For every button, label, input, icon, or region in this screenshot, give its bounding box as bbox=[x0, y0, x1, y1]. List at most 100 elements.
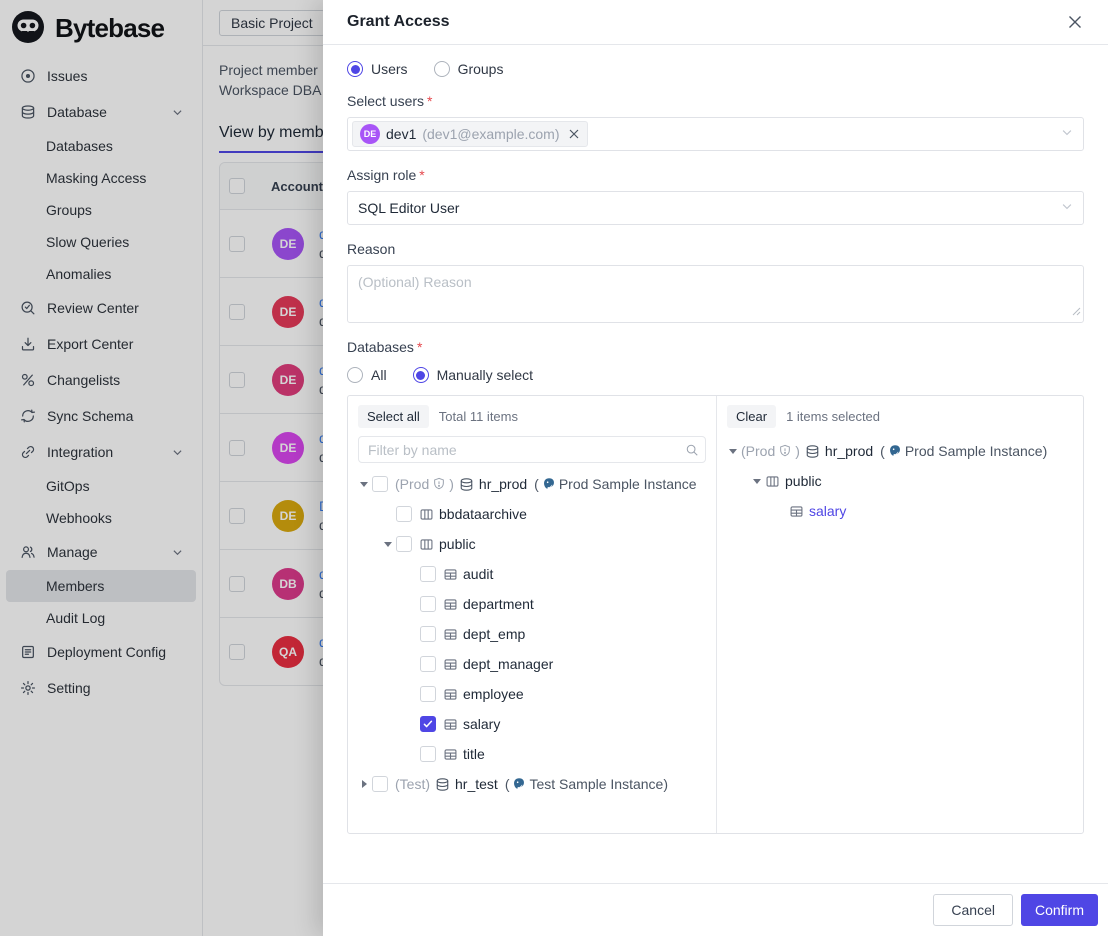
node-name: dept_manager bbox=[463, 656, 553, 672]
radio-all-databases[interactable]: All bbox=[347, 367, 387, 383]
node-name: salary bbox=[809, 503, 846, 519]
radio-users-label: Users bbox=[371, 61, 408, 77]
node-name: public bbox=[439, 536, 476, 552]
database-picker: Select all Total 11 items (Prod)hr_prod(… bbox=[347, 395, 1084, 834]
close-icon[interactable] bbox=[1066, 13, 1084, 31]
grant-access-modal: Grant Access Users Groups Select users* … bbox=[323, 0, 1108, 936]
caret-down-icon[interactable] bbox=[380, 542, 396, 547]
tree-node-hr-prod[interactable]: (Prod)hr_prod(Prod Sample Instance) bbox=[717, 436, 1083, 466]
table-icon bbox=[443, 687, 458, 702]
shield-alert-icon bbox=[778, 444, 792, 458]
tree-node-public[interactable]: public bbox=[717, 466, 1083, 496]
checkbox[interactable] bbox=[420, 746, 436, 762]
databases-label: Databases* bbox=[347, 339, 1084, 355]
required-asterisk: * bbox=[419, 167, 424, 183]
reason-textarea[interactable] bbox=[347, 265, 1084, 323]
node-name: title bbox=[463, 746, 485, 762]
environment-label: (Test) bbox=[395, 776, 430, 792]
user-tag-email: (dev1@example.com) bbox=[422, 126, 559, 142]
tree-node-public[interactable]: public bbox=[348, 529, 716, 559]
confirm-button[interactable]: Confirm bbox=[1021, 894, 1098, 926]
required-asterisk: * bbox=[427, 93, 432, 109]
clear-button[interactable]: Clear bbox=[727, 405, 776, 428]
picker-source-header: Select all Total 11 items bbox=[348, 396, 716, 435]
tree-node-audit[interactable]: audit bbox=[348, 559, 716, 589]
caret-down-icon[interactable] bbox=[725, 449, 741, 454]
radio-all-control[interactable] bbox=[347, 367, 363, 383]
table-icon bbox=[789, 504, 804, 519]
chevron-down-icon bbox=[1060, 126, 1074, 143]
postgres-icon bbox=[542, 477, 556, 491]
tree-node-salary[interactable]: salary bbox=[717, 496, 1083, 526]
radio-all-label: All bbox=[371, 367, 387, 383]
cancel-button[interactable]: Cancel bbox=[933, 894, 1013, 926]
checkbox[interactable] bbox=[396, 536, 412, 552]
checkbox[interactable] bbox=[420, 566, 436, 582]
node-name: hr_test bbox=[455, 776, 498, 792]
select-users-label: Select users* bbox=[347, 93, 1084, 109]
node-name: audit bbox=[463, 566, 493, 582]
tree-node-salary[interactable]: salary bbox=[348, 709, 716, 739]
checkbox[interactable] bbox=[420, 686, 436, 702]
checkbox[interactable] bbox=[420, 626, 436, 642]
tree-node-department[interactable]: department bbox=[348, 589, 716, 619]
picker-selected-header: Clear 1 items selected bbox=[717, 396, 1083, 435]
checkbox[interactable] bbox=[420, 716, 436, 732]
radio-users[interactable]: Users bbox=[347, 61, 408, 77]
node-name: public bbox=[785, 473, 822, 489]
caret-right-icon[interactable] bbox=[356, 780, 372, 788]
remove-user-tag-icon[interactable] bbox=[568, 128, 580, 140]
modal-header: Grant Access bbox=[323, 0, 1108, 45]
radio-manually-select[interactable]: Manually select bbox=[413, 367, 534, 383]
tree-node-hr-test[interactable]: (Test) hr_test (Test Sample Instance) bbox=[348, 769, 716, 799]
checkbox[interactable] bbox=[396, 506, 412, 522]
select-all-button[interactable]: Select all bbox=[358, 405, 429, 428]
instance-label: (Test Sample Instance) bbox=[505, 776, 668, 792]
schema-icon bbox=[765, 474, 780, 489]
radio-manual-label: Manually select bbox=[437, 367, 534, 383]
table-icon bbox=[443, 567, 458, 582]
chevron-down-icon bbox=[1060, 200, 1074, 217]
tree-node-title[interactable]: title bbox=[348, 739, 716, 769]
tree-node-bbdataarchive[interactable]: bbdataarchive bbox=[348, 499, 716, 529]
picker-selected-panel: Clear 1 items selected (Prod)hr_prod(Pro… bbox=[717, 396, 1083, 833]
tree-node-employee[interactable]: employee bbox=[348, 679, 716, 709]
radio-groups[interactable]: Groups bbox=[434, 61, 504, 77]
caret-down-icon[interactable] bbox=[356, 482, 372, 487]
select-users-input[interactable]: DE dev1 (dev1@example.com) bbox=[347, 117, 1084, 151]
reason-field-wrap bbox=[347, 265, 1084, 323]
checkbox[interactable] bbox=[420, 596, 436, 612]
db-node-icon bbox=[805, 444, 820, 459]
db-node-icon bbox=[435, 777, 450, 792]
modal-title: Grant Access bbox=[347, 13, 450, 31]
radio-users-control[interactable] bbox=[347, 61, 363, 77]
radio-groups-label: Groups bbox=[458, 61, 504, 77]
checkbox[interactable] bbox=[372, 476, 388, 492]
postgres-icon bbox=[512, 777, 526, 791]
tree-node-hr-prod[interactable]: (Prod)hr_prod(Prod Sample Instance bbox=[348, 469, 716, 499]
avatar: DE bbox=[360, 124, 380, 144]
filter-by-name-input[interactable] bbox=[358, 436, 706, 463]
environment-label: (Prod) bbox=[395, 476, 454, 492]
schema-icon bbox=[419, 507, 434, 522]
databases-scope-radios: All Manually select bbox=[347, 367, 1084, 383]
caret-down-icon[interactable] bbox=[749, 479, 765, 484]
selected-tree: (Prod)hr_prod(Prod Sample Instance)publi… bbox=[717, 435, 1083, 833]
radio-manual-control[interactable] bbox=[413, 367, 429, 383]
selected-count-label: 1 items selected bbox=[786, 409, 880, 424]
table-icon bbox=[443, 627, 458, 642]
table-icon bbox=[443, 657, 458, 672]
filter-field bbox=[358, 436, 706, 463]
assign-role-select[interactable]: SQL Editor User bbox=[347, 191, 1084, 225]
checkbox[interactable] bbox=[420, 656, 436, 672]
checkbox[interactable] bbox=[372, 776, 388, 792]
total-items-label: Total 11 items bbox=[439, 409, 518, 424]
instance-label: (Prod Sample Instance) bbox=[880, 443, 1047, 459]
node-name: hr_prod bbox=[825, 443, 873, 459]
user-tag: DE dev1 (dev1@example.com) bbox=[352, 121, 588, 147]
tree-node-dept-manager[interactable]: dept_manager bbox=[348, 649, 716, 679]
node-name: bbdataarchive bbox=[439, 506, 527, 522]
radio-groups-control[interactable] bbox=[434, 61, 450, 77]
node-name: employee bbox=[463, 686, 524, 702]
tree-node-dept-emp[interactable]: dept_emp bbox=[348, 619, 716, 649]
